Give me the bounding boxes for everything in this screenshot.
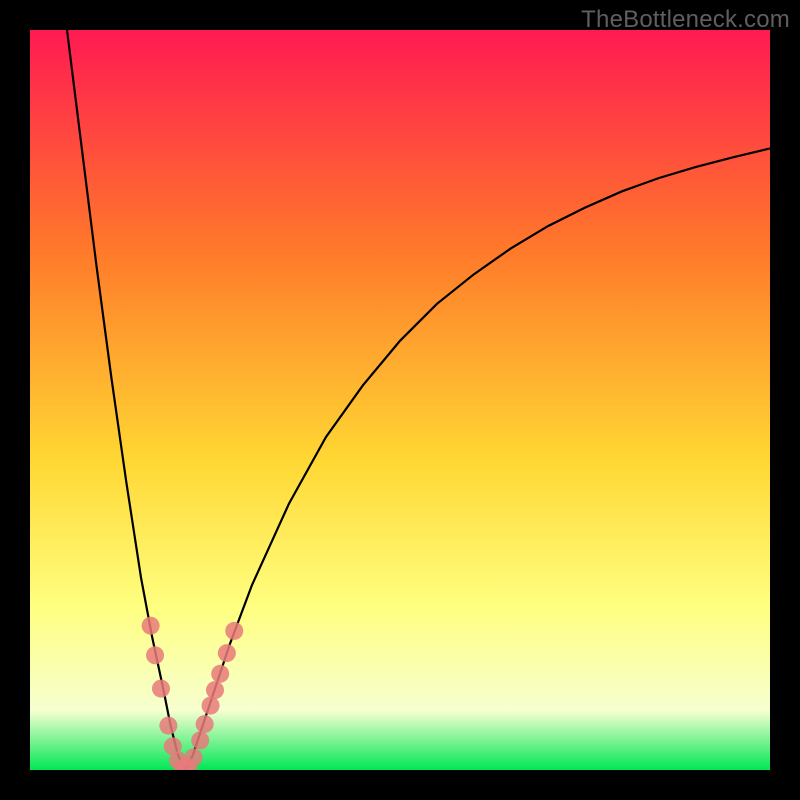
data-marker [146, 646, 164, 664]
data-marker [211, 665, 229, 683]
data-marker [191, 731, 209, 749]
chart-frame: TheBottleneck.com [0, 0, 800, 800]
data-marker [152, 680, 170, 698]
data-marker [202, 697, 220, 715]
plot-area [30, 30, 770, 770]
gradient-background [30, 30, 770, 770]
chart-svg [30, 30, 770, 770]
data-marker [196, 715, 214, 733]
data-marker [159, 717, 177, 735]
data-marker [225, 622, 243, 640]
data-marker [142, 617, 160, 635]
data-marker [206, 681, 224, 699]
data-marker [185, 748, 203, 766]
data-marker [218, 644, 236, 662]
